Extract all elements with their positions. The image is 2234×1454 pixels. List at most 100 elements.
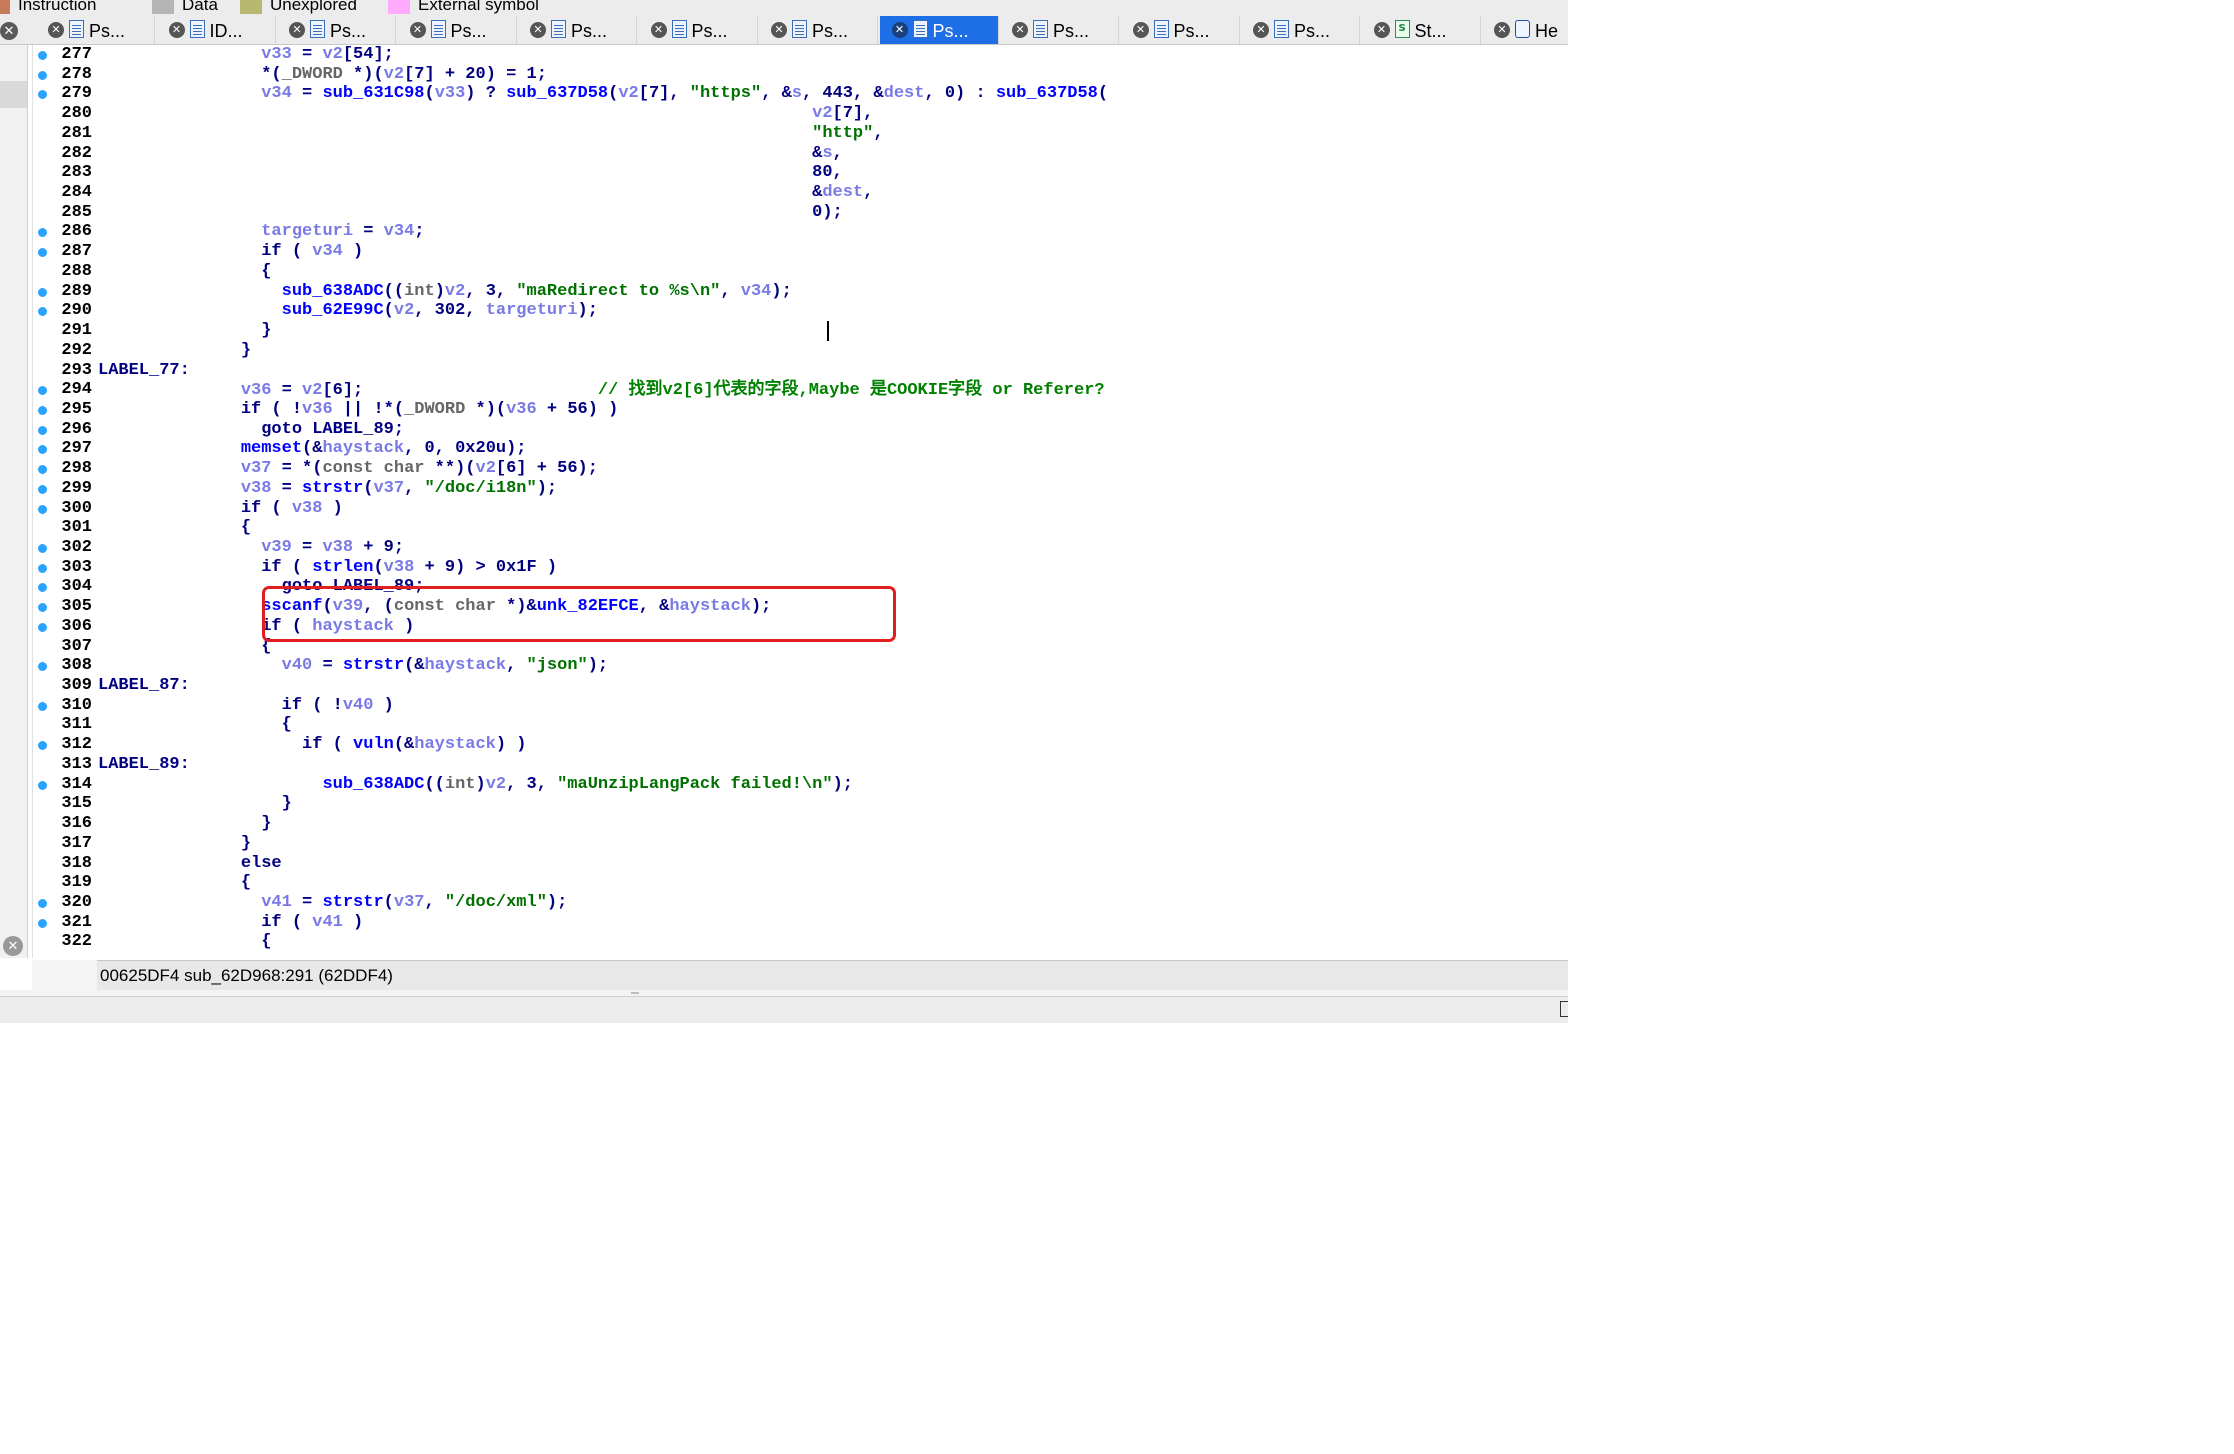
breakpoint-dot-icon[interactable] <box>38 445 47 455</box>
tab[interactable]: ✕ Ps... <box>518 16 637 44</box>
tab-close-icon[interactable]: ✕ <box>1373 22 1390 38</box>
code-text: memset(&haystack, 0, 0x20u); <box>240 439 527 459</box>
line-number: 309 <box>61 676 92 696</box>
tab[interactable]: ✕ Ps... <box>1000 16 1119 44</box>
breakpoint-dot-icon[interactable] <box>38 603 47 613</box>
pseudocode-view[interactable]: 277 v33 = v2[54]; 278 *(_DWORD *)(v2[7] +… <box>32 45 1568 958</box>
breakpoint-dot-icon[interactable] <box>38 662 47 672</box>
code-text: v33 = v2[54]; <box>261 45 394 64</box>
tab[interactable]: ✕ Ps... <box>1121 16 1240 44</box>
code-text: &s, <box>98 143 843 163</box>
breakpoint-dot-icon[interactable] <box>38 51 47 60</box>
line-number: 301 <box>61 518 92 538</box>
breakpoint-dot-icon[interactable] <box>38 563 47 573</box>
code-text: v37 = *(const char **)(v2[6] + 56); <box>240 459 598 479</box>
tab-close-icon[interactable]: ✕ <box>289 22 305 38</box>
navigator-gutter[interactable]: ✕ <box>0 45 28 958</box>
tab-bar: ✕ ✕ Ps... ✕ ID... ✕ Ps... ✕ Ps... ✕ Ps... ✕ Ps... ✕ P… <box>0 14 1568 45</box>
tab-close-icon[interactable]: ✕ <box>650 22 667 38</box>
legend-label: Data <box>182 0 218 14</box>
text-cursor <box>827 321 829 341</box>
breakpoint-dot-icon[interactable] <box>38 405 47 415</box>
breakpoint-dot-icon[interactable] <box>38 248 47 258</box>
breakpoint-dot-icon[interactable] <box>38 622 47 632</box>
code-text: LABEL_87: <box>98 676 190 696</box>
breakpoint-dot-icon[interactable] <box>38 386 47 396</box>
tab-close-icon[interactable]: ✕ <box>1253 22 1269 38</box>
breakpoint-dot-icon[interactable] <box>38 484 47 494</box>
tab[interactable]: ✕ Ps... <box>879 16 999 44</box>
breakpoint-dot-icon[interactable] <box>38 583 47 593</box>
code-text: } <box>98 814 272 834</box>
code-text: { <box>98 873 252 893</box>
breakpoint-dot-icon[interactable] <box>38 90 47 100</box>
breakpoint-dot-icon[interactable] <box>38 701 47 711</box>
pseudocode-icon <box>430 20 446 38</box>
breakpoint-dot-icon[interactable] <box>38 544 47 553</box>
tab[interactable]: ✕ Ps... <box>36 16 155 44</box>
line-number: 287 <box>61 242 92 262</box>
tab[interactable]: ✕ Ps... <box>759 16 878 44</box>
breakpoint-dot-icon[interactable] <box>38 465 47 475</box>
tab[interactable]: ✕ Ps... <box>639 16 758 44</box>
breakpoint-dot-icon[interactable] <box>38 287 47 297</box>
line-number: 315 <box>61 794 92 814</box>
line-number: 292 <box>61 340 92 360</box>
breakpoint-dot-icon[interactable] <box>38 504 47 514</box>
breakpoint-dot-icon[interactable] <box>38 228 47 238</box>
legend-label: Unexplored <box>270 0 357 14</box>
code-text: } <box>98 340 252 360</box>
pseudocode-icon <box>1153 20 1169 38</box>
line-number: 297 <box>61 439 92 459</box>
line-number: 283 <box>61 163 92 183</box>
tab[interactable]: ✕ Ps... <box>277 16 396 44</box>
tab-close-icon[interactable]: ✕ <box>1494 22 1510 38</box>
line-number: 299 <box>61 478 92 498</box>
breakpoint-dot-icon[interactable] <box>38 741 47 751</box>
tab[interactable]: ✕ ID... <box>157 16 276 44</box>
tab-close-icon[interactable]: ✕ <box>891 22 908 38</box>
tab-label: Ps... <box>1053 21 1090 41</box>
tab-close-icon[interactable]: ✕ <box>1132 22 1149 38</box>
pseudocode-icon <box>1274 20 1289 38</box>
legend-item: Data <box>152 0 218 14</box>
output-bar <box>0 996 1568 1023</box>
code-text: sub_638ADC((int)v2, 3, "maUnzipLangPack … <box>322 774 853 794</box>
line-number: 298 <box>61 459 92 479</box>
pseudocode-icon <box>310 20 325 38</box>
code-text: sub_638ADC((int)v2, 3, "maRedirect to %s… <box>281 281 792 301</box>
code-text: &dest, <box>98 183 874 203</box>
tab[interactable]: ✕ St... <box>1362 16 1481 44</box>
code-text: { <box>98 932 272 952</box>
close-icon[interactable]: ✕ <box>3 936 23 956</box>
tab-close-icon[interactable]: ✕ <box>1012 22 1028 38</box>
tab-close-icon[interactable]: ✕ <box>530 22 546 38</box>
line-number: 278 <box>61 64 92 84</box>
code-text: v39 = v38 + 9; <box>261 538 405 557</box>
tab-close-icon[interactable]: ✕ <box>168 22 185 38</box>
legend-item: External symbol <box>388 0 539 14</box>
output-edge-icon <box>1560 1001 1568 1017</box>
tab[interactable]: ✕ He <box>1482 16 1568 44</box>
tab[interactable]: ✕ Ps... <box>398 16 517 44</box>
breakpoint-dot-icon[interactable] <box>38 307 47 317</box>
close-all-icon[interactable]: ✕ <box>0 22 18 40</box>
tab-close-icon[interactable]: ✕ <box>771 22 787 38</box>
tab[interactable]: ✕ Ps... <box>1241 16 1360 44</box>
breakpoint-dot-icon[interactable] <box>38 780 47 790</box>
tab-close-icon[interactable]: ✕ <box>48 22 64 38</box>
strings-icon <box>1394 20 1410 38</box>
line-number: 322 <box>61 932 92 952</box>
breakpoint-dot-icon[interactable] <box>38 918 47 928</box>
line-number: 294 <box>61 380 92 400</box>
breakpoint-dot-icon[interactable] <box>38 70 47 80</box>
pseudocode-icon <box>189 20 205 38</box>
pseudocode-icon <box>912 20 928 38</box>
code-text: LABEL_89: <box>98 754 190 774</box>
breakpoint-dot-icon[interactable] <box>38 425 47 435</box>
tab-label: ID... <box>209 21 243 41</box>
tab-close-icon[interactable]: ✕ <box>409 22 426 38</box>
breakpoint-dot-icon[interactable] <box>38 898 47 908</box>
line-number: 312 <box>61 735 92 755</box>
line-number: 285 <box>61 202 92 222</box>
